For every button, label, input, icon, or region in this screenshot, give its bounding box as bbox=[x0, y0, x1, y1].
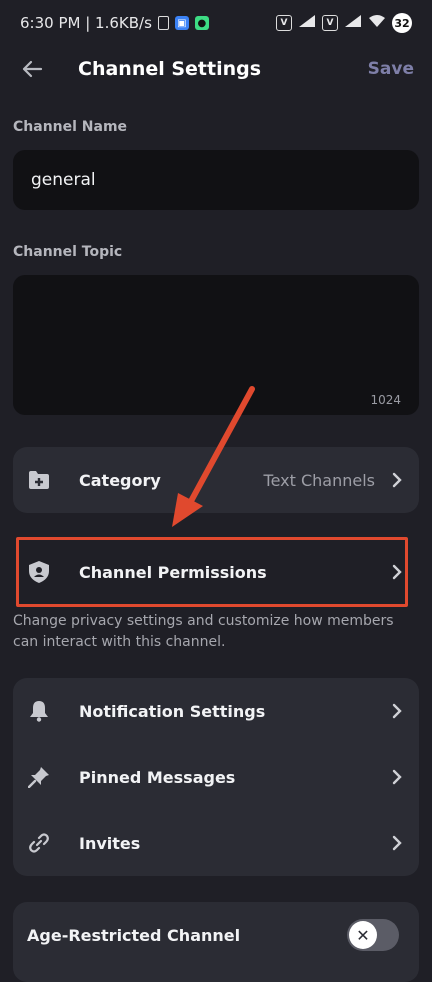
permissions-helper-text: Change privacy settings and customize ho… bbox=[13, 613, 394, 650]
invites-label: Invites bbox=[79, 833, 141, 853]
status-right: V V 32 bbox=[276, 13, 412, 33]
category-card: Category Text Channels bbox=[13, 447, 419, 513]
status-time-speed: 6:30 PM | 1.6KB/s bbox=[20, 14, 152, 32]
category-label: Category bbox=[79, 470, 161, 490]
back-arrow-icon[interactable] bbox=[18, 55, 46, 83]
topic-char-counter: 1024 bbox=[370, 393, 401, 407]
bell-icon bbox=[27, 699, 51, 723]
signal2-icon bbox=[344, 14, 362, 32]
volte2-icon: V bbox=[322, 15, 338, 31]
close-icon: ✕ bbox=[349, 921, 377, 949]
save-button[interactable]: Save bbox=[368, 59, 414, 79]
chevron-right-icon bbox=[389, 703, 405, 719]
category-row[interactable]: Category Text Channels bbox=[13, 447, 419, 513]
annotation-highlight-box bbox=[16, 537, 408, 607]
channel-topic-input[interactable]: 1024 bbox=[13, 275, 419, 415]
notification-settings-row[interactable]: Notification Settings bbox=[13, 678, 419, 744]
android-notification-icon: ● bbox=[194, 16, 209, 30]
volte-icon: V bbox=[276, 15, 292, 31]
status-left: 6:30 PM | 1.6KB/s ▣ ● bbox=[20, 14, 209, 32]
channel-name-value: general bbox=[31, 170, 96, 190]
age-restricted-card: Age-Restricted Channel ✕ bbox=[13, 902, 419, 982]
battery-icon: 32 bbox=[392, 13, 412, 33]
settings-list-card: Notification Settings Pinned Messages In… bbox=[13, 678, 419, 876]
wifi-icon bbox=[368, 14, 386, 32]
invites-row[interactable]: Invites bbox=[13, 810, 419, 876]
chevron-right-icon bbox=[389, 769, 405, 785]
category-value: Text Channels bbox=[263, 470, 375, 490]
pinned-messages-label: Pinned Messages bbox=[79, 767, 236, 787]
link-icon bbox=[27, 831, 51, 855]
channel-name-label: Channel Name bbox=[13, 119, 128, 135]
pin-icon bbox=[27, 765, 51, 789]
pinned-messages-row[interactable]: Pinned Messages bbox=[13, 744, 419, 810]
app-notification-icon: ▣ bbox=[174, 16, 189, 30]
age-restricted-label: Age-Restricted Channel bbox=[27, 925, 241, 945]
signal-icon bbox=[298, 14, 316, 32]
channel-topic-label: Channel Topic bbox=[13, 244, 123, 260]
status-bar: 6:30 PM | 1.6KB/s ▣ ● V V 32 bbox=[0, 0, 432, 46]
age-restricted-toggle[interactable]: ✕ bbox=[347, 919, 399, 951]
notification-settings-label: Notification Settings bbox=[79, 701, 266, 721]
header: Channel Settings Save bbox=[0, 46, 432, 92]
page-title: Channel Settings bbox=[78, 58, 262, 80]
vibrate-icon bbox=[157, 16, 169, 30]
chevron-right-icon bbox=[389, 835, 405, 851]
chevron-right-icon bbox=[389, 472, 405, 488]
channel-name-input[interactable]: general bbox=[13, 150, 419, 210]
folder-plus-icon bbox=[27, 468, 51, 492]
